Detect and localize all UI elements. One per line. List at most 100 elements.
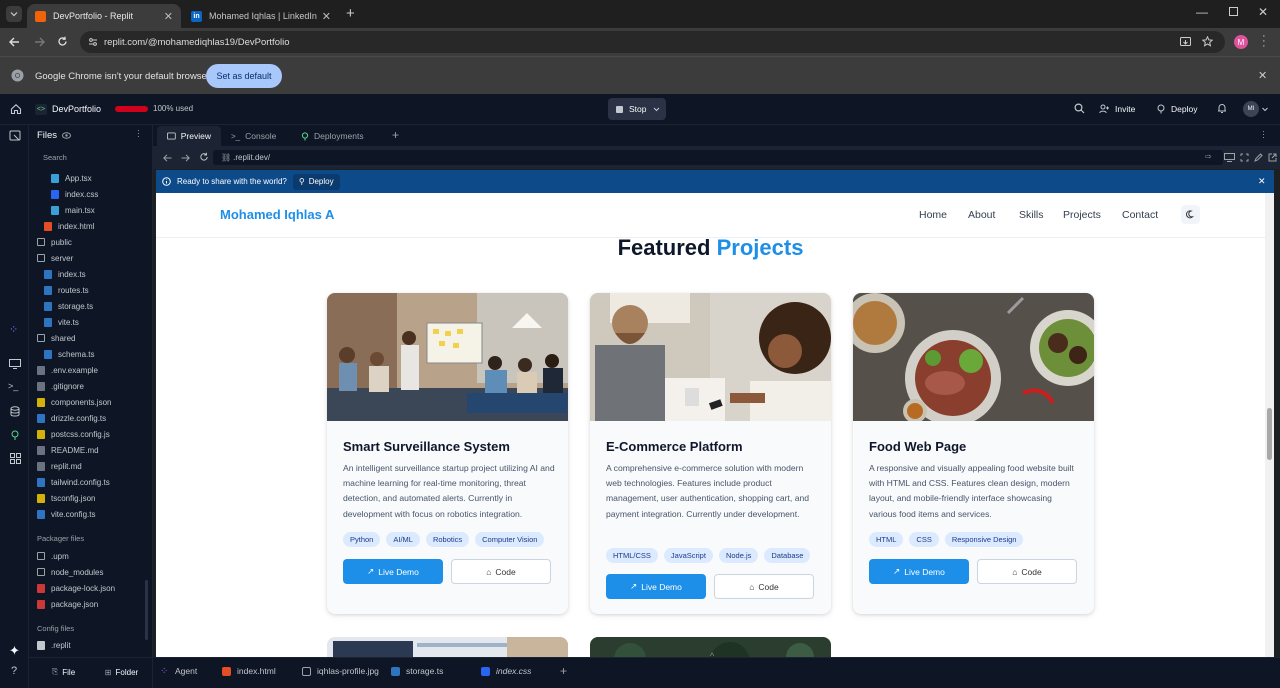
close-window-button[interactable]: ✕	[1258, 5, 1268, 19]
file-item[interactable]: .gitignore	[37, 378, 84, 394]
invite-button[interactable]: Invite	[1093, 99, 1141, 119]
chevron-down-icon[interactable]	[1262, 107, 1268, 112]
help-icon[interactable]: ?	[11, 665, 17, 677]
pane-menu-icon[interactable]: · · ·	[1262, 127, 1265, 142]
site-info-icon[interactable]	[88, 37, 98, 47]
preview-url-input[interactable]: ⛓ .replit.dev/ ⇨	[213, 150, 1223, 165]
file-item[interactable]: README.md	[37, 442, 99, 458]
code-button[interactable]: ⌂ Code	[977, 559, 1077, 584]
bookmark-star-icon[interactable]	[1202, 36, 1213, 47]
all-tools-icon[interactable]	[10, 453, 21, 464]
reload-icon[interactable]	[57, 36, 68, 47]
new-tab-button[interactable]: +	[346, 5, 355, 22]
new-folder-button[interactable]: ⊞ Folder	[95, 662, 148, 682]
devtools-icon[interactable]	[1224, 153, 1235, 162]
files-tool-icon[interactable]	[9, 130, 21, 141]
back-arrow-icon[interactable]	[163, 154, 172, 162]
deploy-banner-button[interactable]: ⚲ Deploy	[292, 173, 340, 190]
project-name[interactable]: DevPortfolio	[52, 104, 101, 114]
set-as-default-button[interactable]: Set as default	[206, 64, 282, 88]
file-item[interactable]: index.html	[44, 218, 94, 234]
file-item[interactable]: vite.ts	[44, 314, 79, 330]
file-item[interactable]: package-lock.json	[37, 580, 115, 596]
file-item[interactable]: tailwind.config.ts	[37, 474, 110, 490]
file-item[interactable]: tsconfig.json	[37, 490, 95, 506]
files-scrollbar[interactable]	[145, 580, 148, 640]
file-item[interactable]: App.tsx	[51, 170, 92, 186]
file-item[interactable]: vite.config.ts	[37, 506, 95, 522]
pen-icon[interactable]	[1254, 153, 1263, 162]
files-menu-icon[interactable]: · · ·	[137, 126, 140, 141]
tab-preview[interactable]: Preview	[157, 126, 221, 146]
open-arrow-icon[interactable]: ⇨	[1205, 152, 1212, 161]
screenshot-icon[interactable]	[1240, 153, 1249, 162]
browser-tab-linkedin[interactable]: in Mohamed Iqhlas | LinkedIn ✕	[183, 4, 339, 28]
file-item[interactable]: schema.ts	[44, 346, 94, 362]
file-item[interactable]: replit.md	[37, 458, 82, 474]
tab-console[interactable]: >_ Console	[221, 126, 291, 146]
bell-icon[interactable]	[1217, 103, 1227, 114]
nav-projects[interactable]: Projects	[1063, 209, 1101, 221]
file-item[interactable]: storage.ts	[44, 298, 93, 314]
nav-contact[interactable]: Contact	[1122, 209, 1158, 221]
files-search-input[interactable]: Search	[35, 153, 143, 165]
code-button[interactable]: ⌂ Code	[451, 559, 551, 584]
add-tab-button[interactable]: +	[392, 128, 399, 142]
database-icon[interactable]	[10, 406, 20, 417]
tab-storage-ts[interactable]: storage.ts	[391, 666, 443, 676]
file-item[interactable]: .env.example	[37, 362, 98, 378]
file-item[interactable]: package.json	[37, 596, 98, 612]
browser-tab-replit[interactable]: DevPortfolio - Replit ✕	[27, 4, 181, 28]
back-arrow-icon[interactable]	[9, 37, 20, 47]
new-file-button[interactable]: ⎘ File	[37, 662, 90, 682]
folder-item[interactable]: node_modules	[37, 564, 103, 580]
console-tool-icon[interactable]: >_	[8, 381, 18, 391]
live-demo-button[interactable]: ↗ Live Demo	[606, 574, 706, 599]
close-tab-icon[interactable]: ✕	[164, 10, 173, 23]
tab-search-button[interactable]	[6, 6, 22, 22]
folder-item[interactable]: .upm	[37, 548, 69, 564]
search-icon[interactable]	[1074, 103, 1085, 114]
sparkle-icon[interactable]: ✦	[9, 643, 20, 659]
file-item[interactable]: main.tsx	[51, 202, 95, 218]
nav-about[interactable]: About	[968, 209, 995, 221]
file-item[interactable]: drizzle.config.ts	[37, 410, 106, 426]
profile-avatar[interactable]: M	[1234, 35, 1248, 49]
tab-profile-jpg[interactable]: iqhlas-profile.jpg	[302, 666, 379, 676]
file-item[interactable]: .replit	[37, 637, 71, 653]
scrollbar-thumb[interactable]	[1267, 408, 1272, 460]
live-demo-button[interactable]: ↗ Live Demo	[869, 559, 969, 584]
close-tab-icon[interactable]: ✕	[322, 10, 331, 23]
code-button[interactable]: ⌂ Code	[714, 574, 814, 599]
preview-tool-icon[interactable]	[9, 359, 21, 369]
file-item[interactable]: index.css	[51, 186, 98, 202]
deployments-tool-icon[interactable]	[10, 430, 20, 441]
chrome-menu-icon[interactable]: · · ·	[1262, 31, 1266, 52]
eye-icon[interactable]	[62, 132, 71, 139]
nav-skills[interactable]: Skills	[1019, 209, 1044, 221]
stop-button[interactable]: Stop	[608, 98, 666, 120]
file-item[interactable]: components.json	[37, 394, 111, 410]
folder-item[interactable]: server	[37, 250, 73, 266]
file-item[interactable]: routes.ts	[44, 282, 89, 298]
add-tab-button[interactable]: +	[560, 664, 567, 678]
live-demo-button[interactable]: ↗ Live Demo	[343, 559, 443, 584]
new-window-icon[interactable]	[1268, 153, 1277, 162]
file-item[interactable]: postcss.config.js	[37, 426, 110, 442]
minimize-window-button[interactable]: —	[1196, 5, 1208, 19]
nav-home[interactable]: Home	[919, 209, 947, 221]
reload-icon[interactable]	[199, 152, 209, 162]
home-icon[interactable]	[10, 103, 22, 115]
deploy-button[interactable]: Deploy	[1150, 99, 1203, 119]
close-infobar-icon[interactable]: ✕	[1258, 69, 1267, 82]
forward-arrow-icon[interactable]	[181, 154, 190, 162]
tab-index-css[interactable]: index.css	[481, 666, 531, 676]
tab-index-html[interactable]: index.html	[222, 666, 276, 676]
agent-tool-icon[interactable]: ⁘	[9, 325, 20, 336]
folder-item[interactable]: public	[37, 234, 72, 250]
address-bar[interactable]: replit.com/@mohamediqhlas19/DevPortfolio	[80, 31, 1225, 53]
file-item[interactable]: index.ts	[44, 266, 86, 282]
close-banner-icon[interactable]: ✕	[1258, 176, 1266, 187]
tab-agent[interactable]: ⁘ Agent	[160, 666, 197, 676]
folder-item[interactable]: shared	[37, 330, 75, 346]
